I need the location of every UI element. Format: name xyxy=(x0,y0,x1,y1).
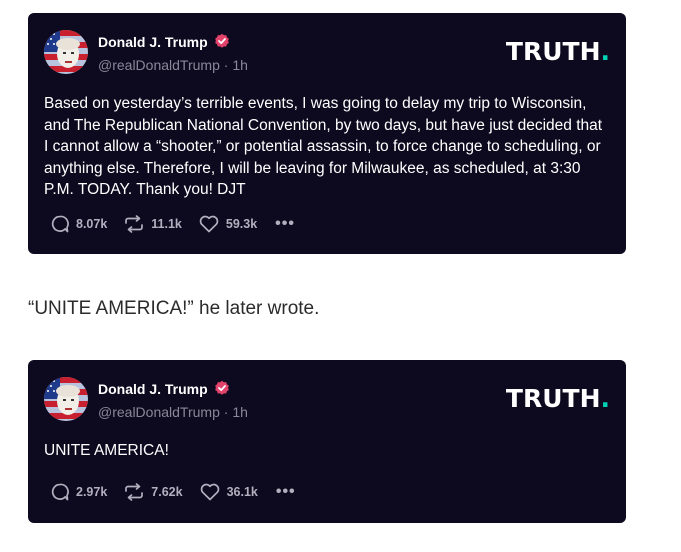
page: Donald J. Trump @realDonaldTrump · 1h TR… xyxy=(0,0,681,552)
retruth-count: 7.62k xyxy=(151,485,183,499)
truth-social-logo: TRUTH. xyxy=(505,384,610,413)
avatar[interactable] xyxy=(44,377,88,421)
verified-icon xyxy=(215,33,229,48)
like-icon xyxy=(200,483,219,501)
retruth-icon xyxy=(125,215,144,233)
article-paragraph: “UNITE AMERICA!” he later wrote. xyxy=(28,298,320,319)
truth-post-card[interactable]: Donald J. Trump @realDonaldTrump · 1h TR… xyxy=(28,360,626,523)
more-icon[interactable]: ••• xyxy=(275,216,295,232)
reply-button[interactable]: 2.97k xyxy=(50,482,107,502)
handle-row: @realDonaldTrump · 1h xyxy=(98,404,248,420)
reply-icon xyxy=(51,215,69,233)
like-button[interactable]: 36.1k xyxy=(199,482,258,502)
author-handle[interactable]: @realDonaldTrump xyxy=(98,404,220,420)
like-icon xyxy=(199,215,219,233)
post-time[interactable]: 1h xyxy=(232,57,248,73)
like-button[interactable]: 59.3k xyxy=(198,214,257,234)
post-actions: 2.97k 7.62k 36.1k ••• xyxy=(50,482,296,502)
author-name[interactable]: Donald J. Trump xyxy=(98,34,208,50)
retruth-button[interactable]: 11.1k xyxy=(123,214,182,234)
reply-count: 8.07k xyxy=(76,217,108,231)
reply-icon xyxy=(51,483,69,501)
truth-post-card[interactable]: Donald J. Trump @realDonaldTrump · 1h TR… xyxy=(28,13,626,254)
truth-social-logo: TRUTH. xyxy=(505,37,610,66)
reply-button[interactable]: 8.07k xyxy=(50,214,107,234)
like-count: 59.3k xyxy=(225,217,258,231)
author-name[interactable]: Donald J. Trump xyxy=(98,381,208,397)
like-count: 36.1k xyxy=(226,485,258,499)
retruth-button[interactable]: 7.62k xyxy=(123,482,183,502)
handle-row: @realDonaldTrump · 1h xyxy=(98,57,248,73)
post-actions: 8.07k 11.1k 59.3k ••• xyxy=(50,214,295,234)
avatar[interactable] xyxy=(44,30,88,74)
post-text: Based on yesterday’s terrible events, I … xyxy=(44,95,603,198)
verified-icon xyxy=(215,380,229,395)
author-handle[interactable]: @realDonaldTrump xyxy=(98,57,220,73)
retruth-icon xyxy=(125,483,144,501)
retruth-count: 11.1k xyxy=(151,217,182,231)
post-time[interactable]: 1h xyxy=(232,404,248,420)
reply-count: 2.97k xyxy=(76,485,108,499)
more-icon[interactable]: ••• xyxy=(276,484,296,500)
post-text: UNITE AMERICA! xyxy=(44,442,169,459)
